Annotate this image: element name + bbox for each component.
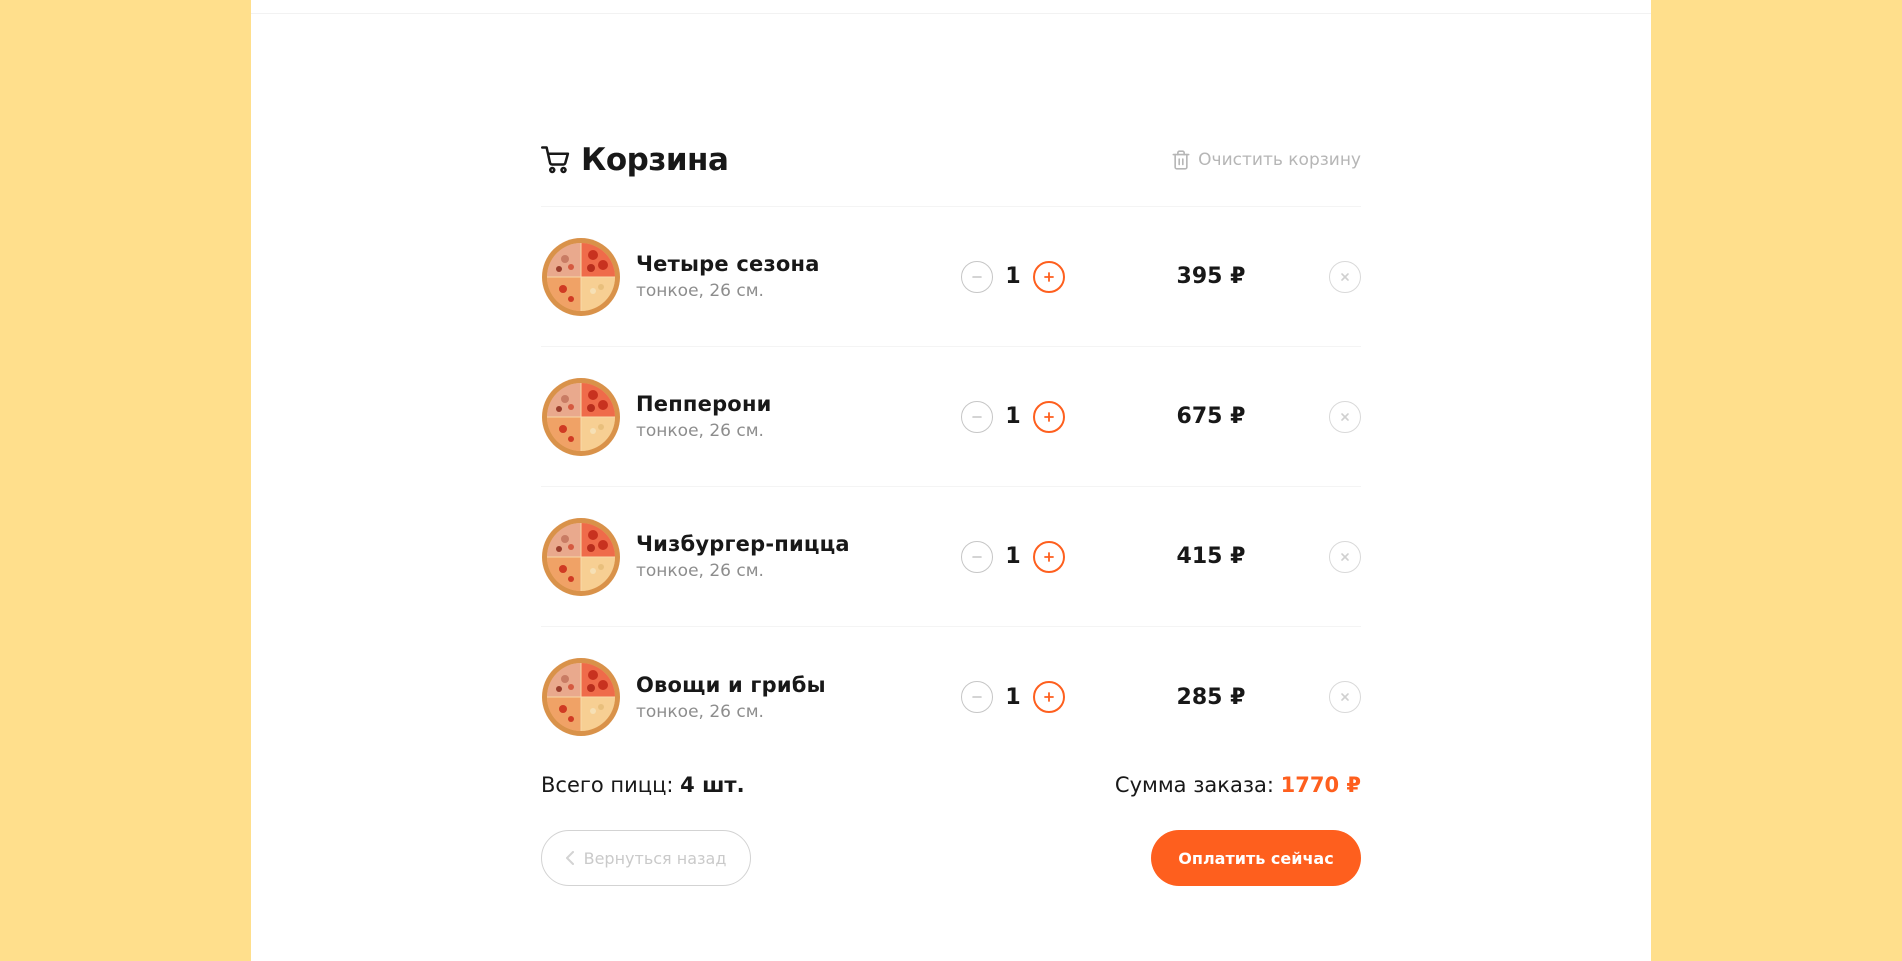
item-info: Овощи и грибы тонкое, 26 см. xyxy=(636,673,956,722)
increase-button[interactable] xyxy=(1033,681,1065,713)
trash-icon xyxy=(1172,150,1190,170)
plus-icon xyxy=(1044,551,1054,562)
total-sum: Сумма заказа: 1770 ₽ xyxy=(1115,773,1361,797)
decrease-button[interactable] xyxy=(961,400,993,433)
quantity-stepper: 1 xyxy=(961,260,1076,293)
plus-icon xyxy=(1044,411,1054,422)
minus-icon xyxy=(972,696,982,698)
item-details: тонкое, 26 см. xyxy=(636,281,764,301)
cart-actions: Вернуться назад Оплатить сейчас xyxy=(541,830,1361,886)
quantity-value: 1 xyxy=(1005,404,1021,429)
back-button-label: Вернуться назад xyxy=(583,848,727,868)
chevron-left-icon xyxy=(565,851,574,865)
cart-item: Овощи и грибы тонкое, 26 см. 1 285 ₽ xyxy=(541,627,1361,767)
minus-icon xyxy=(972,555,982,558)
increase-button[interactable] xyxy=(1033,540,1065,573)
item-name: Овощи и грибы xyxy=(636,672,826,697)
item-info: Чизбургер-пицца тонкое, 26 см. xyxy=(636,532,956,581)
pay-now-button[interactable]: Оплатить сейчас xyxy=(1151,830,1361,886)
item-price: 415 ₽ xyxy=(1176,544,1246,569)
quantity-stepper: 1 xyxy=(961,681,1076,713)
cart-header: Корзина Очистить корзину xyxy=(541,138,1361,182)
total-sum-value: 1770 ₽ xyxy=(1280,773,1361,797)
remove-item-button[interactable] xyxy=(1329,260,1361,293)
pizza-image xyxy=(542,658,620,736)
decrease-button[interactable] xyxy=(961,681,993,713)
quantity-value: 1 xyxy=(1005,544,1021,569)
minus-icon xyxy=(972,275,982,278)
increase-button[interactable] xyxy=(1033,260,1065,293)
quantity-value: 1 xyxy=(1005,264,1021,289)
item-details: тонкое, 26 см. xyxy=(636,421,764,441)
close-icon xyxy=(1341,693,1349,701)
remove-item-button[interactable] xyxy=(1329,400,1361,433)
cart-icon xyxy=(541,146,570,174)
cart-item: Четыре сезона тонкое, 26 см. 1 395 ₽ xyxy=(541,207,1361,347)
total-count-label: Всего пицц: xyxy=(541,773,674,797)
decrease-button[interactable] xyxy=(961,540,993,573)
total-sum-label: Сумма заказа: xyxy=(1114,773,1274,797)
close-icon xyxy=(1341,552,1349,561)
decrease-button[interactable] xyxy=(961,260,993,293)
remove-item-button[interactable] xyxy=(1329,540,1361,573)
cart-section: Корзина Очистить корзину Четыре сезона т… xyxy=(541,138,1361,886)
pizza-image xyxy=(542,237,620,316)
item-details: тонкое, 26 см. xyxy=(636,561,764,581)
page-container: Корзина Очистить корзину Четыре сезона т… xyxy=(251,0,1651,961)
item-name: Пепперони xyxy=(636,392,772,416)
item-price: 395 ₽ xyxy=(1176,264,1246,289)
clear-cart-label: Очистить корзину xyxy=(1198,150,1361,170)
plus-icon xyxy=(1044,271,1054,282)
pizza-image xyxy=(542,377,620,456)
cart-totals: Всего пицц: 4 шт. Сумма заказа: 1770 ₽ xyxy=(541,773,1361,797)
back-button[interactable]: Вернуться назад xyxy=(541,830,751,886)
pay-button-label: Оплатить сейчас xyxy=(1178,848,1334,868)
cart-title-text: Корзина xyxy=(581,142,729,178)
total-count: Всего пицц: 4 шт. xyxy=(541,773,745,797)
item-info: Четыре сезона тонкое, 26 см. xyxy=(636,252,956,301)
increase-button[interactable] xyxy=(1033,400,1065,433)
quantity-value: 1 xyxy=(1005,684,1021,710)
item-name: Чизбургер-пицца xyxy=(636,532,850,556)
header-divider xyxy=(251,13,1651,14)
cart-items-list: Четыре сезона тонкое, 26 см. 1 395 ₽ Пеп… xyxy=(541,207,1361,767)
close-icon xyxy=(1341,412,1349,421)
item-details: тонкое, 26 см. xyxy=(636,701,764,722)
remove-item-button[interactable] xyxy=(1329,681,1361,713)
item-price: 675 ₽ xyxy=(1176,404,1246,429)
plus-icon xyxy=(1044,692,1054,702)
total-count-value: 4 шт. xyxy=(680,773,745,797)
pizza-image xyxy=(542,517,620,596)
close-icon xyxy=(1341,272,1349,281)
minus-icon xyxy=(972,415,982,418)
item-info: Пепперони тонкое, 26 см. xyxy=(636,392,956,441)
page-title: Корзина xyxy=(541,142,729,178)
item-name: Четыре сезона xyxy=(636,252,820,276)
cart-item: Чизбургер-пицца тонкое, 26 см. 1 415 ₽ xyxy=(541,487,1361,627)
clear-cart-button[interactable]: Очистить корзину xyxy=(1172,150,1361,170)
quantity-stepper: 1 xyxy=(961,540,1076,573)
cart-item: Пепперони тонкое, 26 см. 1 675 ₽ xyxy=(541,347,1361,487)
quantity-stepper: 1 xyxy=(961,400,1076,433)
item-price: 285 ₽ xyxy=(1176,684,1246,710)
